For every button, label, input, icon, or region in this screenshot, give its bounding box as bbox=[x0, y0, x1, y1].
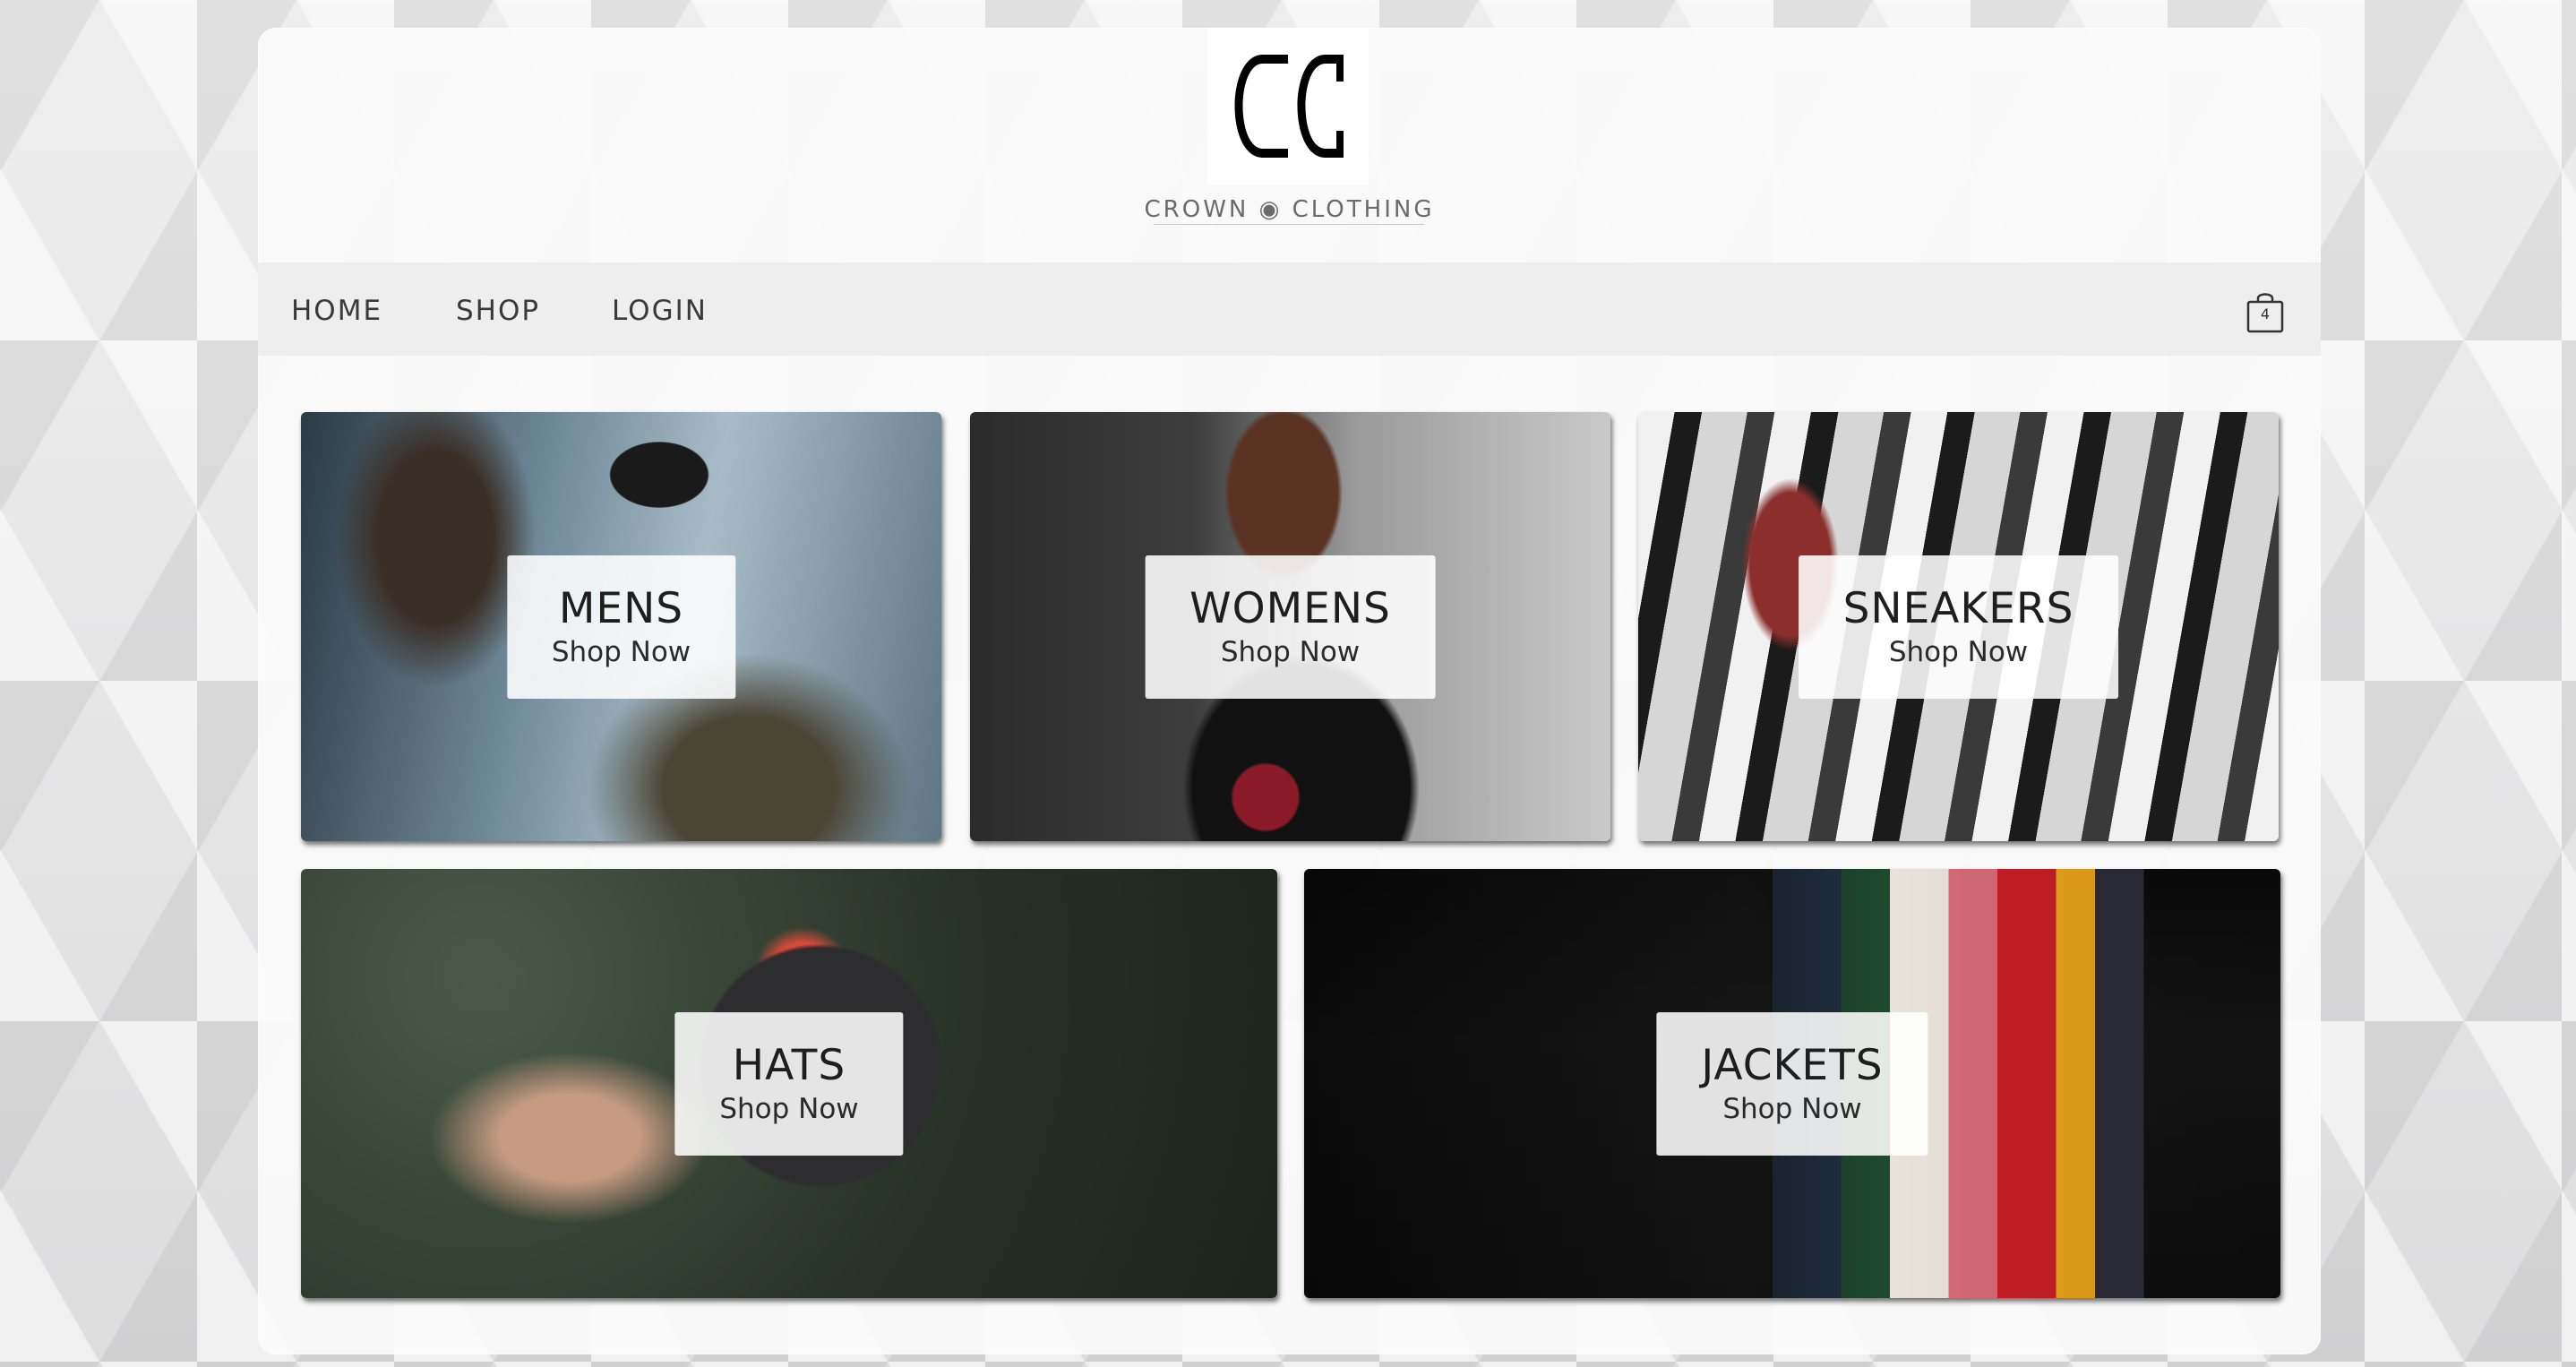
category-tile-sneakers[interactable]: SNEAKERS Shop Now bbox=[1638, 412, 2279, 841]
cart-count: 4 bbox=[2260, 305, 2271, 322]
category-tile-jackets[interactable]: JACKETS Shop Now bbox=[1304, 869, 2280, 1298]
category-title: MENS bbox=[558, 583, 684, 633]
category-title: JACKETS bbox=[1701, 1040, 1884, 1090]
category-tile-hats[interactable]: HATS Shop Now bbox=[301, 869, 1277, 1298]
category-label[interactable]: SNEAKERS Shop Now bbox=[1798, 555, 2119, 699]
shop-now-link[interactable]: Shop Now bbox=[1843, 634, 2074, 670]
category-label[interactable]: JACKETS Shop Now bbox=[1656, 1011, 1928, 1156]
shop-now-link[interactable]: Shop Now bbox=[552, 634, 691, 670]
category-title: WOMENS bbox=[1189, 583, 1391, 633]
brand-divider bbox=[1154, 224, 1424, 225]
category-label[interactable]: MENS Shop Now bbox=[506, 555, 736, 699]
nav-shop-link[interactable]: SHOP bbox=[456, 295, 540, 327]
brand-header: CROWN ◉ CLOTHING bbox=[258, 28, 2321, 261]
category-tile-womens[interactable]: WOMENS Shop Now bbox=[970, 412, 1610, 841]
category-label[interactable]: HATS Shop Now bbox=[674, 1011, 904, 1156]
shop-now-link[interactable]: Shop Now bbox=[719, 1091, 858, 1127]
shop-now-link[interactable]: Shop Now bbox=[1189, 634, 1391, 670]
nav-login-link[interactable]: LOGIN bbox=[612, 295, 708, 327]
category-tile-mens[interactable]: MENS Shop Now bbox=[301, 412, 941, 841]
category-title: HATS bbox=[732, 1040, 846, 1090]
brand-logo[interactable] bbox=[1207, 28, 1369, 185]
main-nav: HOME SHOP LOGIN 4 bbox=[258, 262, 2321, 356]
nav-home-link[interactable]: HOME bbox=[291, 295, 382, 327]
shop-now-link[interactable]: Shop Now bbox=[1701, 1091, 1883, 1127]
cart-button[interactable]: 4 bbox=[2245, 289, 2286, 334]
category-title: SNEAKERS bbox=[1842, 583, 2074, 633]
brand-name: CROWN ◉ CLOTHING bbox=[1144, 196, 1435, 223]
category-label[interactable]: WOMENS Shop Now bbox=[1145, 555, 1436, 699]
page-container: CROWN ◉ CLOTHING HOME SHOP LOGIN 4 MENS … bbox=[258, 28, 2321, 1354]
crown-clothing-cc-logo-icon bbox=[1234, 55, 1344, 158]
